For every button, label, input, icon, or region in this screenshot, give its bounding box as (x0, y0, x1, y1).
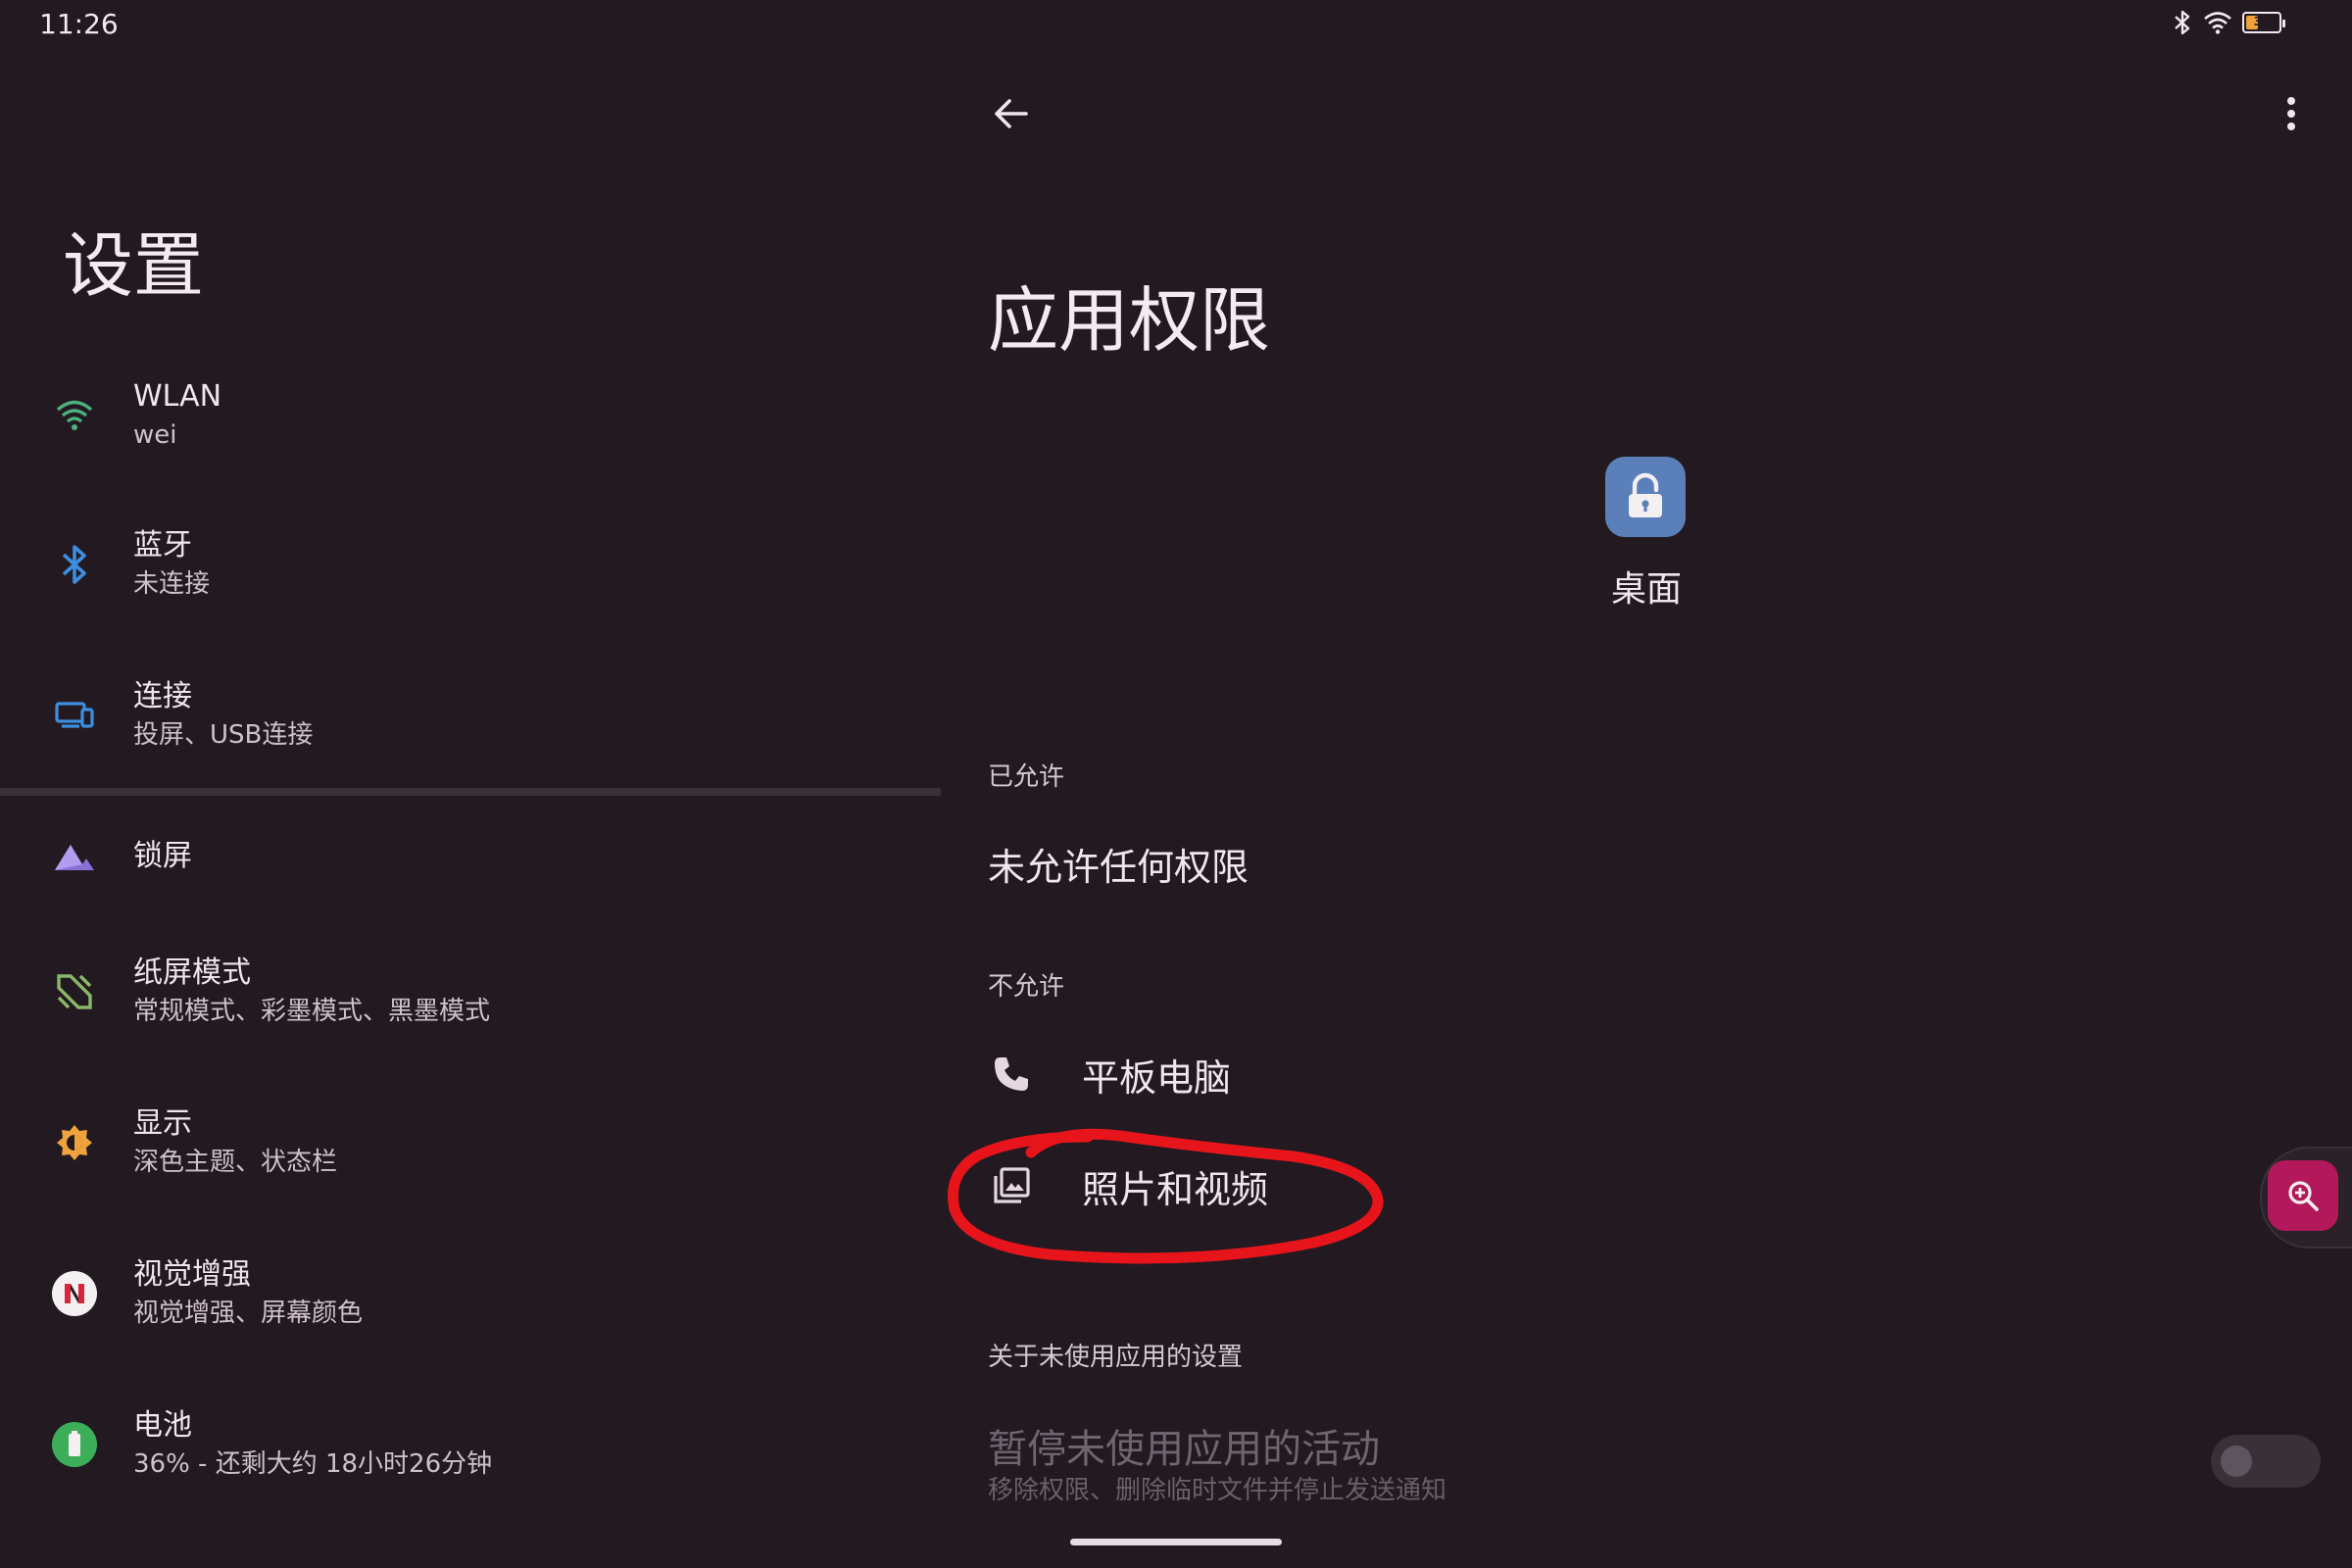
settings-item-title: WLAN (133, 379, 222, 414)
denied-section-label: 不允许 (988, 972, 1065, 1002)
settings-item-connections[interactable]: 连接 投屏、USB连接 (0, 647, 941, 784)
allowed-empty-text: 未允许任何权限 (988, 846, 1250, 889)
bluetooth-icon (51, 541, 98, 588)
zoom-in-icon (2288, 1181, 2319, 1211)
settings-item-visual-enhance[interactable]: 视觉增强 视觉增强、屏幕颜色 (0, 1225, 941, 1362)
allowed-section-label: 已允许 (988, 762, 1065, 792)
app-name: 桌面 (1610, 569, 1682, 610)
unused-apps-subtitle: 移除权限、删除临时文件并停止发送通知 (988, 1476, 1447, 1505)
settings-item-title: 视觉增强 (133, 1257, 251, 1292)
settings-item-title: 显示 (133, 1106, 192, 1141)
lockscreen-icon (51, 833, 98, 880)
display-icon (51, 1119, 98, 1166)
settings-item-subtitle: 36% - 还剩大约 18小时26分钟 (133, 1449, 493, 1479)
battery-icon (51, 1421, 98, 1468)
permission-label: 照片和视频 (1082, 1167, 1269, 1211)
home-indicator[interactable] (1070, 1539, 1282, 1545)
back-button[interactable] (984, 86, 1039, 141)
permission-row-phone[interactable]: 平板电脑 (980, 1035, 1568, 1113)
status-time: 11:26 (39, 8, 119, 40)
settings-item-battery[interactable]: 电池 36% - 还剩大约 18小时26分钟 (0, 1376, 941, 1513)
toggle-knob (2221, 1446, 2252, 1477)
settings-item-bluetooth[interactable]: 蓝牙 未连接 (0, 496, 941, 633)
settings-item-subtitle: 深色主题、状态栏 (133, 1148, 338, 1177)
settings-item-display[interactable]: 显示 深色主题、状态栏 (0, 1074, 941, 1211)
wifi-status-icon (2203, 11, 2232, 34)
settings-screen: 11:26 36 设置 WLAN wei 蓝牙 未连接 连接 投屏、USB连接 … (0, 0, 2352, 1568)
more-options-button[interactable] (2268, 86, 2315, 141)
battery-level-text: 36 (2253, 15, 2271, 28)
zoom-button[interactable] (2268, 1160, 2338, 1231)
permission-row-photos[interactable]: 照片和视频 (980, 1147, 1568, 1225)
photos-icon (980, 1154, 1043, 1217)
settings-item-subtitle: wei (133, 420, 177, 450)
status-icons: 36 (2172, 10, 2285, 35)
settings-item-subtitle: 投屏、USB连接 (133, 720, 314, 750)
settings-item-subtitle: 未连接 (133, 569, 211, 599)
permission-label: 平板电脑 (1082, 1055, 1232, 1100)
bluetooth-status-icon (2172, 10, 2193, 35)
settings-item-subtitle: 常规模式、彩墨模式、黑墨模式 (133, 997, 491, 1026)
more-vertical-icon (2287, 97, 2295, 130)
devices-icon (51, 692, 98, 739)
settings-title: 设置 (63, 224, 205, 307)
lock-icon (1629, 472, 1662, 517)
settings-item-title: 电池 (133, 1408, 192, 1443)
settings-item-wlan[interactable]: WLAN wei (0, 347, 941, 484)
settings-item-lockscreen[interactable]: 锁屏 (0, 788, 941, 925)
unused-section-label: 关于未使用应用的设置 (988, 1343, 1244, 1372)
settings-item-subtitle: 视觉增强、屏幕颜色 (133, 1298, 364, 1328)
phone-icon (980, 1043, 1043, 1105)
visual-enhance-icon (51, 1270, 98, 1317)
app-icon (1605, 457, 1686, 537)
page-title: 应用权限 (988, 279, 1271, 362)
unused-apps-toggle[interactable] (2211, 1435, 2321, 1488)
settings-item-title: 纸屏模式 (133, 956, 251, 990)
wifi-icon (51, 392, 98, 439)
battery-status-icon: 36 (2242, 12, 2285, 33)
settings-item-title: 连接 (133, 679, 192, 713)
settings-item-paper-mode[interactable]: 纸屏模式 常规模式、彩墨模式、黑墨模式 (0, 923, 941, 1060)
paper-mode-icon (51, 968, 98, 1015)
unused-apps-title: 暂停未使用应用的活动 (988, 1427, 1380, 1472)
arrow-left-icon (995, 99, 1028, 128)
settings-item-title: 锁屏 (133, 839, 192, 873)
settings-item-title: 蓝牙 (133, 528, 192, 563)
